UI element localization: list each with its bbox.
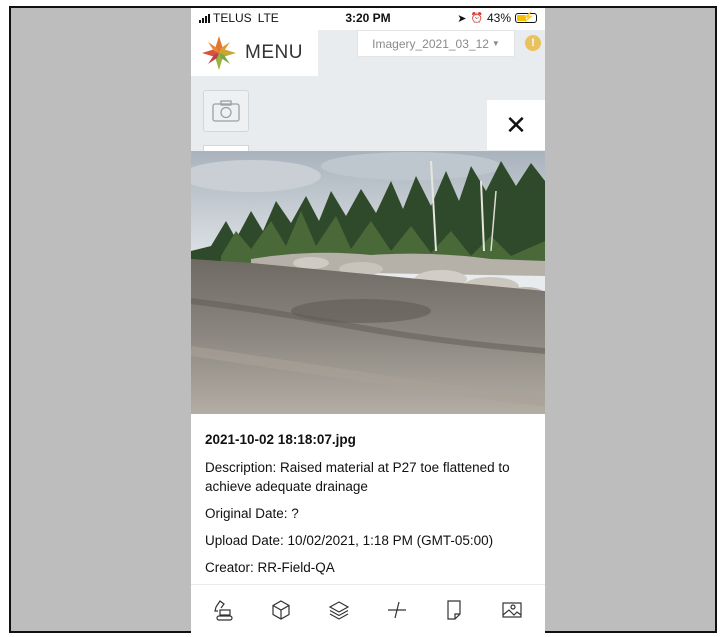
battery-percent: 43% <box>486 11 511 25</box>
layers-icon <box>328 601 350 620</box>
3d-view-button[interactable] <box>266 595 296 625</box>
bottom-toolbar <box>191 585 545 635</box>
battery-icon: ⚡ <box>515 12 537 23</box>
imagery-select-value: Imagery_2021_03_12 <box>372 36 489 51</box>
alert-icon[interactable]: ! <box>525 35 541 51</box>
menu-button[interactable]: MENU <box>191 30 318 76</box>
close-button[interactable]: ✕ <box>487 100 545 150</box>
layers-button[interactable] <box>324 595 354 625</box>
alarm-icon: ⏰ <box>470 12 483 24</box>
photo-creator: Creator: RR-Field-QA <box>205 560 335 575</box>
photo-info-panel: 2021-10-02 18:18:07.jpg Description: Rai… <box>191 414 545 584</box>
caret-down-icon: ▼ <box>491 39 500 48</box>
logo-icon <box>202 36 236 70</box>
site-photo <box>191 151 545 414</box>
document-button[interactable] <box>439 595 469 625</box>
photo-filename: 2021-10-02 18:18:07.jpg <box>205 432 356 447</box>
menu-label: MENU <box>245 42 303 63</box>
image-gallery-button[interactable] <box>497 595 527 625</box>
imagery-select[interactable]: Imagery_2021_03_12 ▼ <box>357 30 515 57</box>
cube-icon <box>272 600 291 620</box>
status-right: ➤ ⏰ 43% ⚡ <box>457 11 537 25</box>
phone-screen: TELUS LTE 3:20 PM ➤ ⏰ 43% ⚡ MENU Imagery… <box>191 8 545 635</box>
status-bar: TELUS LTE 3:20 PM ➤ ⏰ 43% ⚡ <box>191 8 545 30</box>
measure-button[interactable] <box>382 595 412 625</box>
camera-icon <box>212 100 240 122</box>
photo-original-date: Original Date: ? <box>205 506 299 521</box>
close-icon: ✕ <box>505 110 527 140</box>
camera-button[interactable] <box>203 90 249 132</box>
photo-description: Description: Raised material at P27 toe … <box>205 460 510 494</box>
excavator-icon <box>214 600 233 621</box>
image-icon <box>502 602 522 618</box>
location-arrow-icon: ➤ <box>457 12 467 25</box>
document-icon <box>447 600 462 620</box>
excavator-tool-button[interactable] <box>209 595 239 625</box>
photo-upload-date: Upload Date: 10/02/2021, 1:18 PM (GMT-05… <box>205 533 494 548</box>
measure-icon <box>387 601 406 619</box>
